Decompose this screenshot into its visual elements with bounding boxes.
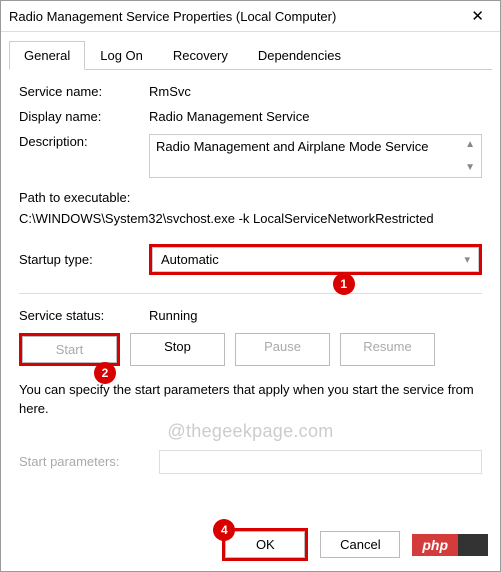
value-service-name: RmSvc — [149, 84, 482, 99]
value-startup-type: Automatic — [161, 252, 219, 267]
ok-button[interactable]: OK — [225, 531, 305, 558]
ok-button-highlight: 4 OK — [222, 528, 308, 561]
window-title: Radio Management Service Properties (Loc… — [9, 9, 336, 24]
cancel-button[interactable]: Cancel — [320, 531, 400, 558]
divider — [19, 293, 482, 294]
label-display-name: Display name: — [19, 109, 149, 124]
tab-content: Service name: RmSvc Display name: Radio … — [1, 70, 500, 474]
chevron-down-icon[interactable]: ▼ — [465, 162, 475, 173]
titlebar: Radio Management Service Properties (Loc… — [1, 1, 500, 32]
label-start-params: Start parameters: — [19, 454, 159, 469]
tab-logon[interactable]: Log On — [85, 41, 158, 70]
hint-text: You can specify the start parameters tha… — [19, 380, 482, 419]
dialog-buttons: 4 OK Cancel php — [1, 528, 500, 561]
tab-dependencies[interactable]: Dependencies — [243, 41, 356, 70]
tabs: General Log On Recovery Dependencies — [9, 40, 492, 70]
value-display-name: Radio Management Service — [149, 109, 482, 124]
close-icon[interactable]: ✕ — [465, 7, 490, 25]
startup-type-highlight: Automatic ▾ 1 — [149, 244, 482, 275]
pause-button[interactable]: Pause — [235, 333, 330, 366]
chevron-down-icon: ▾ — [464, 253, 470, 266]
label-startup-type: Startup type: — [19, 252, 149, 267]
label-service-name: Service name: — [19, 84, 149, 99]
label-description: Description: — [19, 134, 149, 149]
label-path: Path to executable: — [19, 188, 482, 209]
resume-button[interactable]: Resume — [340, 333, 435, 366]
annotation-marker-2: 2 — [94, 362, 116, 384]
php-badge: php — [412, 534, 488, 556]
stop-button[interactable]: Stop — [130, 333, 225, 366]
watermark: @thegeekpage.com — [19, 421, 482, 442]
label-service-status: Service status: — [19, 308, 149, 323]
startup-type-select[interactable]: Automatic ▾ — [152, 247, 479, 272]
tab-general[interactable]: General — [9, 41, 85, 70]
tab-recovery[interactable]: Recovery — [158, 41, 243, 70]
annotation-marker-1: 1 — [333, 273, 355, 295]
value-path: C:\WINDOWS\System32\svchost.exe -k Local… — [19, 209, 482, 230]
start-button-highlight: Start 2 — [19, 333, 120, 366]
chevron-up-icon[interactable]: ▲ — [465, 139, 475, 150]
description-box: Radio Management and Airplane Mode Servi… — [149, 134, 482, 178]
value-service-status: Running — [149, 308, 482, 323]
start-params-input[interactable] — [159, 450, 482, 474]
desc-scrollbar[interactable]: ▲ ▼ — [465, 139, 475, 173]
value-description: Radio Management and Airplane Mode Servi… — [156, 139, 428, 173]
start-button[interactable]: Start — [22, 336, 117, 363]
